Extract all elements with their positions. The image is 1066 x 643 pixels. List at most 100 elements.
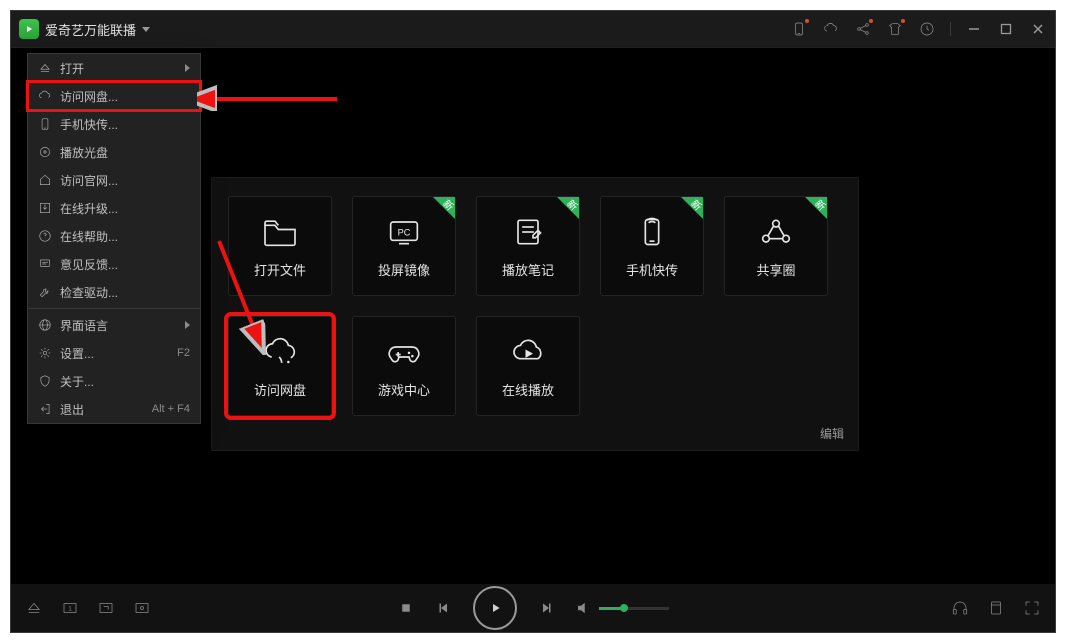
eject-icon[interactable]: [25, 599, 43, 617]
volume-icon[interactable]: [575, 599, 593, 617]
loop-icon[interactable]: [97, 599, 115, 617]
headphones-icon[interactable]: [951, 599, 969, 617]
tile-playcloud[interactable]: 在线播放: [476, 316, 580, 416]
volume-track[interactable]: [599, 607, 669, 610]
edit-tiles-button[interactable]: 编辑: [820, 425, 844, 442]
cloud-icon: [38, 89, 52, 103]
tile-label: 播放笔记: [502, 260, 554, 279]
quick-actions-grid: 打开文件新PC投屏镜像新播放笔记新手机快传新共享圈访问网盘游戏中心在线播放: [228, 196, 842, 416]
menu-item-home[interactable]: 访问官网...: [28, 166, 200, 194]
menu-separator: [28, 308, 200, 309]
quick-actions-panel: 打开文件新PC投屏镜像新播放笔记新手机快传新共享圈访问网盘游戏中心在线播放 编辑: [211, 177, 859, 451]
fullscreen-icon[interactable]: [1023, 599, 1041, 617]
tile-phone[interactable]: 新手机快传: [600, 196, 704, 296]
app-window: 爱奇艺万能联播: [10, 10, 1056, 633]
new-badge: 新: [433, 197, 455, 219]
menu-item-eject[interactable]: 打开: [28, 54, 200, 82]
tile-share[interactable]: 新共享圈: [724, 196, 828, 296]
tile-label: 访问网盘: [254, 380, 306, 399]
new-badge: 新: [805, 197, 827, 219]
new-badge: 新: [681, 197, 703, 219]
playlist-icon[interactable]: [987, 599, 1005, 617]
next-button[interactable]: [537, 599, 555, 617]
window-minimize-button[interactable]: [965, 20, 983, 38]
gear-icon: [38, 346, 52, 360]
window-maximize-button[interactable]: [997, 20, 1015, 38]
note-icon: [508, 214, 548, 250]
help-icon: [38, 229, 52, 243]
titlebar-icons: [790, 20, 1047, 38]
titlebar-history-icon[interactable]: [918, 20, 936, 38]
pc-icon: PC: [384, 214, 424, 250]
menu-item-label: 访问网盘...: [60, 88, 190, 105]
menu-item-globe[interactable]: 界面语言: [28, 311, 200, 339]
tile-cloud[interactable]: 访问网盘: [228, 316, 332, 416]
submenu-arrow-icon: [185, 321, 190, 329]
ratio-1-icon[interactable]: 1: [61, 599, 79, 617]
home-icon: [38, 173, 52, 187]
submenu-arrow-icon: [185, 64, 190, 72]
tile-label: 游戏中心: [378, 380, 430, 399]
exit-icon: [38, 402, 52, 416]
menu-item-exit[interactable]: 退出Alt + F4: [28, 395, 200, 423]
wrench-icon: [38, 285, 52, 299]
menu-item-feedback[interactable]: 意见反馈...: [28, 250, 200, 278]
menu-item-phone[interactable]: 手机快传...: [28, 110, 200, 138]
titlebar-phone-icon[interactable]: [790, 20, 808, 38]
folder-icon: [260, 214, 300, 250]
app-logo-icon: [19, 19, 39, 39]
playcloud-icon: [508, 334, 548, 370]
globe-icon: [38, 318, 52, 332]
volume-control[interactable]: [575, 599, 669, 617]
menu-item-help[interactable]: 在线帮助...: [28, 222, 200, 250]
gamepad-icon: [384, 334, 424, 370]
tile-gamepad[interactable]: 游戏中心: [352, 316, 456, 416]
app-menu-chevron-icon[interactable]: [142, 27, 150, 32]
menu-item-accel: Alt + F4: [152, 403, 190, 415]
new-badge: 新: [557, 197, 579, 219]
feedback-icon: [38, 257, 52, 271]
phone-icon: [38, 117, 52, 131]
menu-item-label: 设置...: [60, 345, 169, 362]
share-icon: [756, 214, 796, 250]
capture-icon[interactable]: [133, 599, 151, 617]
menu-item-label: 在线帮助...: [60, 228, 190, 245]
menu-item-cloud[interactable]: 访问网盘...: [28, 82, 200, 110]
menu-item-accel: F2: [177, 347, 190, 359]
cloud-icon: [260, 334, 300, 370]
shield-icon: [38, 374, 52, 388]
tile-folder[interactable]: 打开文件: [228, 196, 332, 296]
tile-label: 投屏镜像: [378, 260, 430, 279]
disc-icon: [38, 145, 52, 159]
previous-button[interactable]: [435, 599, 453, 617]
phone-icon: [632, 214, 672, 250]
svg-text:PC: PC: [398, 227, 411, 237]
main-menu: 打开访问网盘... 手机快传... 播放光盘访问官网... 在线升级... 在线帮助..…: [27, 53, 201, 424]
eject-icon: [38, 61, 52, 75]
app-title: 爱奇艺万能联播: [45, 20, 136, 39]
menu-item-label: 手机快传...: [60, 116, 190, 133]
menu-item-label: 关于...: [60, 373, 190, 390]
menu-item-label: 意见反馈...: [60, 256, 190, 273]
download-icon: [38, 201, 52, 215]
window-close-button[interactable]: [1029, 20, 1047, 38]
tile-note[interactable]: 新播放笔记: [476, 196, 580, 296]
menu-item-label: 访问官网...: [60, 172, 190, 189]
menu-item-label: 打开: [60, 60, 177, 77]
play-button[interactable]: [473, 586, 517, 630]
player-bar: 1: [11, 584, 1055, 632]
stop-button[interactable]: [397, 599, 415, 617]
tile-pc[interactable]: 新 PC 投屏镜像: [352, 196, 456, 296]
menu-item-download[interactable]: 在线升级...: [28, 194, 200, 222]
titlebar-cloud-icon[interactable]: [822, 20, 840, 38]
menu-item-disc[interactable]: 播放光盘: [28, 138, 200, 166]
menu-item-gear[interactable]: 设置... F2: [28, 339, 200, 367]
menu-item-label: 检查驱动...: [60, 284, 190, 301]
menu-item-wrench[interactable]: 检查驱动...: [28, 278, 200, 306]
titlebar-share-icon[interactable]: [854, 20, 872, 38]
menu-item-shield[interactable]: 关于...: [28, 367, 200, 395]
tile-label: 在线播放: [502, 380, 554, 399]
tile-label: 共享圈: [756, 260, 795, 279]
menu-item-label: 界面语言: [60, 317, 177, 334]
titlebar-skin-icon[interactable]: [886, 20, 904, 38]
